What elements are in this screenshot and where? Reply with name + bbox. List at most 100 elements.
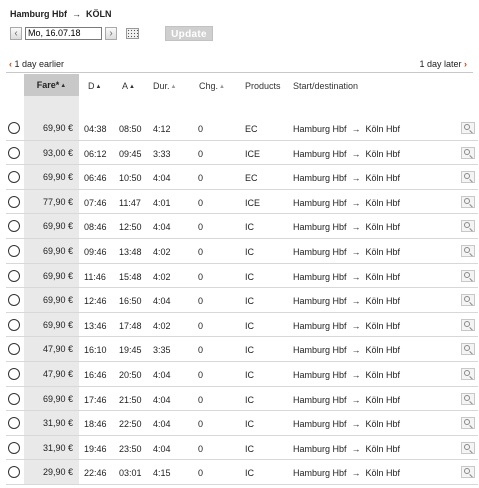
magnifier-icon — [464, 173, 470, 180]
table-header: Fare*▲ D▲ A▲ Dur.▲ Chg.▲ Products Start/… — [6, 74, 478, 96]
departure-cell: 13:46 — [84, 320, 107, 331]
select-connection-radio[interactable] — [8, 195, 20, 208]
magnifier-icon — [464, 320, 470, 327]
select-connection-radio[interactable] — [8, 269, 20, 282]
arrival-cell: 12:50 — [119, 222, 142, 233]
from-station: Hamburg Hbf — [293, 173, 347, 184]
table-row[interactable]: 93,00 € 06:12 09:45 3:33 0 ICE Hamburg Hbf → Köl… — [6, 140, 478, 166]
fare-cell: 69,90 € — [24, 263, 79, 288]
duration-column-header[interactable]: Dur.▲ — [153, 81, 176, 91]
details-button[interactable] — [461, 220, 475, 233]
departure-cell: 09:46 — [84, 246, 107, 257]
details-button[interactable] — [461, 367, 475, 380]
fare-cell: 47,90 € — [24, 361, 79, 386]
magnifier-icon — [464, 148, 470, 155]
route-cell: Hamburg Hbf → Köln Hbf — [293, 321, 400, 331]
details-button[interactable] — [461, 392, 475, 405]
select-connection-radio[interactable] — [8, 244, 20, 257]
select-connection-radio[interactable] — [8, 294, 20, 307]
fare-cell: 29,90 € — [24, 460, 79, 484]
duration-cell: 4:04 — [153, 443, 171, 454]
changes-cell: 0 — [198, 222, 204, 233]
update-button[interactable]: Update — [165, 26, 213, 41]
calendar-icon[interactable] — [126, 27, 139, 39]
to-station: Köln Hbf — [365, 246, 401, 257]
table-row[interactable]: 47,90 € 16:46 20:50 4:04 0 IC Hamburg Hbf → Köln… — [6, 361, 478, 387]
details-button[interactable] — [461, 343, 475, 356]
route-arrow-icon: → — [351, 197, 361, 208]
table-row[interactable]: 69,90 € 08:46 12:50 4:04 0 IC Hamburg Hbf → Köln… — [6, 214, 478, 239]
route-arrow-icon: → — [351, 124, 361, 134]
arrival-cell: 20:50 — [119, 369, 142, 380]
arrival-cell: 23:50 — [119, 443, 142, 454]
fare-column-header[interactable]: Fare*▲ — [24, 74, 79, 96]
table-spacer — [6, 96, 478, 116]
earlier-day-link[interactable]: ‹ 1 day earlier — [9, 59, 64, 69]
changes-column-header[interactable]: Chg.▲ — [199, 81, 225, 91]
select-connection-radio[interactable] — [8, 171, 20, 184]
select-connection-radio[interactable] — [8, 122, 20, 134]
magnifier-icon — [464, 222, 470, 229]
table-row[interactable]: 69,90 € 06:46 10:50 4:04 0 EC Hamburg Hbf → Köln… — [6, 165, 478, 190]
later-day-link[interactable]: 1 day later › — [419, 59, 467, 69]
fare-cell: 47,90 € — [24, 337, 79, 361]
next-day-button[interactable]: › — [105, 26, 117, 40]
select-connection-radio[interactable] — [8, 318, 20, 331]
magnifier-icon — [464, 345, 470, 352]
select-connection-radio[interactable] — [8, 146, 20, 159]
table-row[interactable]: 69,90 € 04:38 08:50 4:12 0 EC Hamburg Hbf → Köln… — [6, 116, 478, 141]
table-row[interactable]: 31,90 € 19:46 23:50 4:04 0 IC Hamburg Hbf → Köln… — [6, 435, 478, 461]
route-cell: Hamburg Hbf → Köln Hbf — [293, 149, 400, 159]
details-button[interactable] — [461, 294, 475, 307]
route-title: Hamburg Hbf → KÖLN — [10, 9, 112, 19]
table-row[interactable]: 31,90 € 18:46 22:50 4:04 0 IC Hamburg Hbf → Köln… — [6, 411, 478, 436]
details-button[interactable] — [461, 318, 475, 331]
fare-cell: 93,00 € — [24, 140, 79, 165]
details-button[interactable] — [461, 417, 475, 430]
route-arrow-icon: → — [351, 246, 361, 257]
select-connection-radio[interactable] — [8, 417, 20, 430]
select-connection-radio[interactable] — [8, 466, 20, 479]
details-button[interactable] — [461, 122, 475, 134]
changes-cell: 0 — [198, 197, 204, 208]
to-station: Köln Hbf — [365, 222, 401, 233]
details-button[interactable] — [461, 269, 475, 282]
prev-day-button[interactable]: ‹ — [10, 26, 22, 40]
from-station: Hamburg Hbf — [293, 394, 347, 405]
products-cell: EC — [245, 173, 258, 184]
products-cell: IC — [245, 345, 254, 356]
departure-column-header[interactable]: D▲ — [88, 81, 101, 91]
products-cell: IC — [245, 369, 254, 380]
details-button[interactable] — [461, 441, 475, 454]
select-connection-radio[interactable] — [8, 343, 20, 356]
table-row[interactable]: 69,90 € 09:46 13:48 4:02 0 IC Hamburg Hbf → Köln… — [6, 238, 478, 264]
select-connection-radio[interactable] — [8, 220, 20, 233]
table-row[interactable]: 47,90 € 16:10 19:45 3:35 0 IC Hamburg Hbf → Köln… — [6, 337, 478, 362]
table-row[interactable]: 69,90 € 13:46 17:48 4:02 0 IC Hamburg Hbf → Köln… — [6, 312, 478, 338]
departure-cell: 12:46 — [84, 296, 107, 307]
departure-cell: 06:12 — [84, 148, 107, 159]
select-connection-radio[interactable] — [8, 392, 20, 405]
table-row[interactable]: 69,90 € 17:46 21:50 4:04 0 IC Hamburg Hbf → Köln… — [6, 386, 478, 412]
details-button[interactable] — [461, 466, 475, 479]
details-button[interactable] — [461, 171, 475, 184]
date-selector: ‹ › — [10, 26, 139, 40]
date-input[interactable] — [25, 26, 102, 40]
select-connection-radio[interactable] — [8, 367, 20, 380]
table-row[interactable]: 69,90 € 11:46 15:48 4:02 0 IC Hamburg Hbf → Köln… — [6, 263, 478, 289]
from-station: Hamburg Hbf — [293, 419, 347, 430]
products-cell: IC — [245, 443, 254, 454]
arrival-column-header[interactable]: A▲ — [122, 81, 135, 91]
select-connection-radio[interactable] — [8, 441, 20, 454]
departure-header-label: D — [88, 81, 95, 91]
table-row[interactable]: 69,90 € 12:46 16:50 4:04 0 IC Hamburg Hbf → Köln… — [6, 288, 478, 313]
details-button[interactable] — [461, 146, 475, 159]
magnifier-icon — [464, 296, 470, 303]
arrival-cell: 08:50 — [119, 124, 142, 134]
magnifier-icon — [464, 419, 470, 426]
table-row[interactable]: 77,90 € 07:46 11:47 4:01 0 ICE Hamburg Hbf → Köl… — [6, 189, 478, 215]
details-button[interactable] — [461, 244, 475, 257]
details-button[interactable] — [461, 195, 475, 208]
table-row[interactable]: 29,90 € 22:46 03:01 4:15 0 IC Hamburg Hbf → Köln… — [6, 460, 478, 485]
route-cell: Hamburg Hbf → Köln Hbf — [293, 296, 400, 306]
